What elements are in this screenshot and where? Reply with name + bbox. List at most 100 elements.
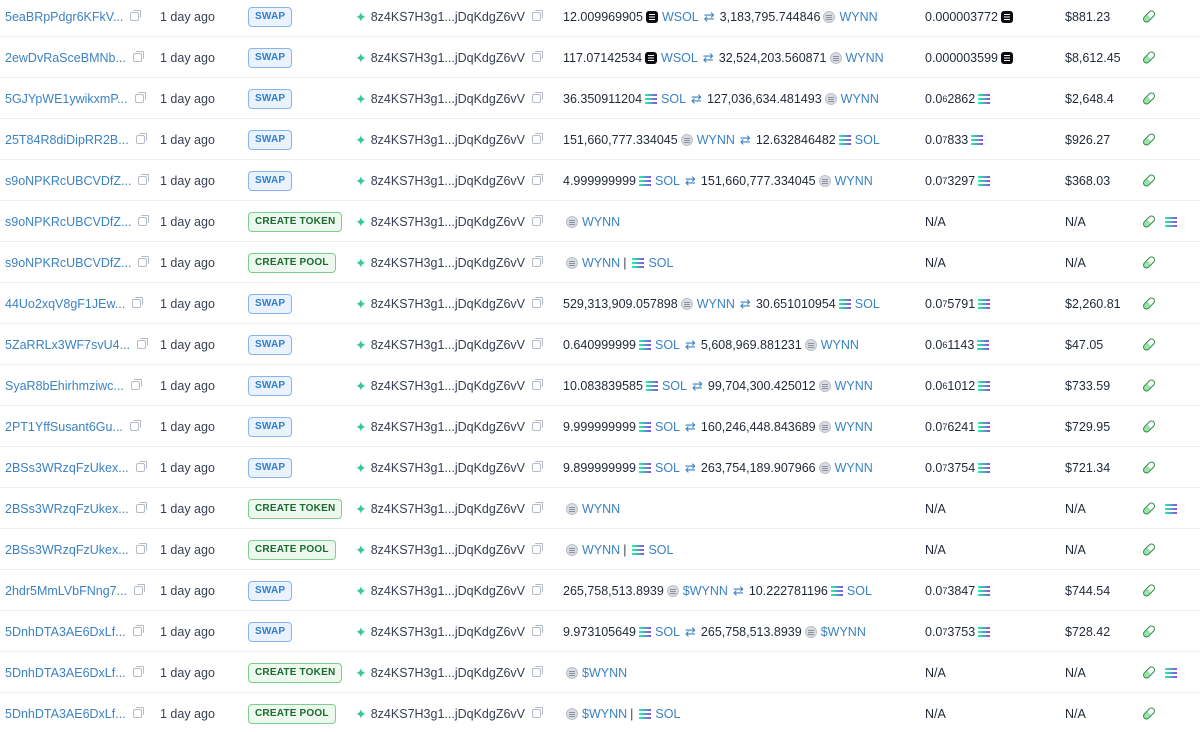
account-address[interactable]: 8z4KS7H3g1...jDqKdgZ6vV [371, 51, 525, 65]
pill-icon[interactable] [1141, 91, 1157, 106]
token-link[interactable]: SOL [855, 297, 880, 311]
sol-icon[interactable] [1165, 667, 1177, 678]
signature-link[interactable]: s9oNPKRcUBCVDfZ... [5, 174, 131, 188]
token-link[interactable]: SOL [655, 625, 680, 639]
copy-icon[interactable] [532, 133, 543, 144]
signature-link[interactable]: 2BSs3WRzqFzUkex... [5, 543, 129, 557]
account-address[interactable]: 8z4KS7H3g1...jDqKdgZ6vV [371, 174, 525, 188]
copy-icon[interactable] [135, 133, 147, 144]
signature-link[interactable]: 2PT1YffSusant6Gu... [5, 420, 123, 434]
token-link[interactable]: SOL [648, 256, 673, 270]
copy-icon[interactable] [532, 338, 543, 349]
copy-icon[interactable] [532, 10, 543, 21]
signature-link[interactable]: 44Uo2xqV8gF1JEw... [5, 297, 125, 311]
pill-icon[interactable] [1141, 583, 1157, 598]
copy-icon[interactable] [532, 420, 543, 431]
copy-icon[interactable] [532, 256, 543, 267]
pill-icon[interactable] [1141, 173, 1157, 188]
pill-icon[interactable] [1141, 255, 1157, 270]
token-link[interactable]: SOL [661, 92, 686, 106]
signature-link[interactable]: s9oNPKRcUBCVDfZ... [5, 215, 131, 229]
copy-icon[interactable] [532, 215, 543, 226]
copy-icon[interactable] [132, 297, 144, 308]
copy-icon[interactable] [532, 543, 543, 554]
account-address[interactable]: 8z4KS7H3g1...jDqKdgZ6vV [371, 92, 525, 106]
copy-icon[interactable] [132, 666, 144, 677]
copy-icon[interactable] [135, 502, 147, 513]
token-link[interactable]: WYNN [835, 461, 873, 475]
signature-link[interactable]: 2hdr5MmLVbFNng7... [5, 584, 127, 598]
pill-icon[interactable] [1141, 419, 1157, 434]
token-link[interactable]: WYNN [697, 133, 735, 147]
copy-icon[interactable] [137, 338, 149, 349]
pill-icon[interactable] [1141, 9, 1157, 24]
signature-link[interactable]: SyaR8bEhirhmziwc... [5, 379, 124, 393]
signature-link[interactable]: 2BSs3WRzqFzUkex... [5, 461, 129, 475]
signature-link[interactable]: 5GJYpWE1ywikxmP... [5, 92, 128, 106]
sol-icon[interactable] [1165, 216, 1177, 227]
pill-icon[interactable] [1141, 50, 1157, 65]
copy-icon[interactable] [134, 92, 146, 103]
signature-link[interactable]: 5eaBRpPdgr6KFkV... [5, 10, 123, 24]
pill-icon[interactable] [1141, 214, 1157, 229]
copy-icon[interactable] [138, 215, 150, 226]
token-link[interactable]: SOL [662, 379, 687, 393]
copy-icon[interactable] [532, 625, 543, 636]
token-link[interactable]: $WYNN [683, 584, 728, 598]
account-address[interactable]: 8z4KS7H3g1...jDqKdgZ6vV [371, 256, 525, 270]
token-link[interactable]: WYNN [582, 543, 620, 557]
signature-link[interactable]: 5DnhDTA3AE6DxLf... [5, 707, 126, 721]
token-link[interactable]: SOL [855, 133, 880, 147]
token-link[interactable]: SOL [655, 707, 680, 721]
token-link[interactable]: WYNN [582, 502, 620, 516]
account-address[interactable]: 8z4KS7H3g1...jDqKdgZ6vV [371, 10, 525, 24]
token-link[interactable]: $WYNN [821, 625, 866, 639]
account-address[interactable]: 8z4KS7H3g1...jDqKdgZ6vV [371, 133, 525, 147]
pill-icon[interactable] [1141, 624, 1157, 639]
token-link[interactable]: SOL [655, 420, 680, 434]
token-link[interactable]: SOL [847, 584, 872, 598]
account-address[interactable]: 8z4KS7H3g1...jDqKdgZ6vV [371, 338, 525, 352]
pill-icon[interactable] [1141, 296, 1157, 311]
copy-icon[interactable] [532, 666, 543, 677]
signature-link[interactable]: 5DnhDTA3AE6DxLf... [5, 666, 126, 680]
copy-icon[interactable] [532, 92, 543, 103]
signature-link[interactable]: s9oNPKRcUBCVDfZ... [5, 256, 131, 270]
copy-icon[interactable] [134, 584, 146, 595]
token-link[interactable]: WYNN [835, 379, 873, 393]
signature-link[interactable]: 2BSs3WRzqFzUkex... [5, 502, 129, 516]
token-link[interactable]: WYNN [697, 297, 735, 311]
token-link[interactable]: $WYNN [582, 666, 627, 680]
copy-icon[interactable] [532, 461, 543, 472]
account-address[interactable]: 8z4KS7H3g1...jDqKdgZ6vV [371, 625, 525, 639]
pill-icon[interactable] [1141, 501, 1157, 516]
token-link[interactable]: WYNN [846, 51, 884, 65]
account-address[interactable]: 8z4KS7H3g1...jDqKdgZ6vV [371, 584, 525, 598]
copy-icon[interactable] [132, 707, 144, 718]
token-link[interactable]: SOL [655, 461, 680, 475]
sol-icon[interactable] [1165, 503, 1177, 514]
pill-icon[interactable] [1141, 337, 1157, 352]
copy-icon[interactable] [532, 502, 543, 513]
pill-icon[interactable] [1141, 460, 1157, 475]
account-address[interactable]: 8z4KS7H3g1...jDqKdgZ6vV [371, 297, 525, 311]
copy-icon[interactable] [130, 379, 142, 390]
copy-icon[interactable] [532, 297, 543, 308]
copy-icon[interactable] [132, 625, 144, 636]
account-address[interactable]: 8z4KS7H3g1...jDqKdgZ6vV [371, 543, 525, 557]
copy-icon[interactable] [130, 10, 142, 21]
copy-icon[interactable] [132, 51, 144, 62]
copy-icon[interactable] [532, 174, 543, 185]
token-link[interactable]: WYNN [835, 174, 873, 188]
signature-link[interactable]: 5ZaRRLx3WF7svU4... [5, 338, 130, 352]
account-address[interactable]: 8z4KS7H3g1...jDqKdgZ6vV [371, 502, 525, 516]
pill-icon[interactable] [1141, 665, 1157, 680]
copy-icon[interactable] [135, 543, 147, 554]
token-link[interactable]: SOL [655, 338, 680, 352]
account-address[interactable]: 8z4KS7H3g1...jDqKdgZ6vV [371, 379, 525, 393]
pill-icon[interactable] [1141, 132, 1157, 147]
copy-icon[interactable] [138, 174, 150, 185]
copy-icon[interactable] [532, 379, 543, 390]
copy-icon[interactable] [135, 461, 147, 472]
account-address[interactable]: 8z4KS7H3g1...jDqKdgZ6vV [371, 215, 525, 229]
